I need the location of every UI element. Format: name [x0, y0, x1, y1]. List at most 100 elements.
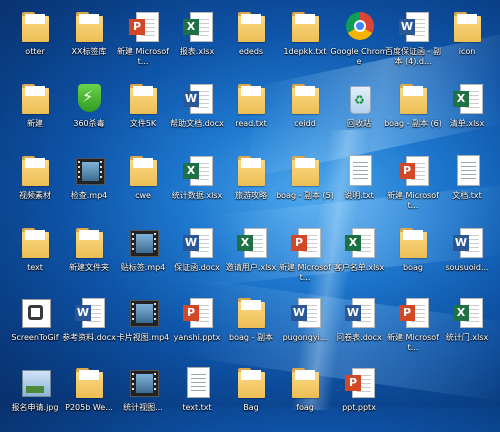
folder-icon — [73, 226, 105, 260]
desktop-icon-label: 新建 Microsoft... — [117, 47, 169, 66]
desktop-icon[interactable]: P 新建 Microsoft... — [386, 294, 440, 362]
desktop-icon[interactable]: 文档.txt — [440, 152, 494, 220]
desktop-icon[interactable]: W 百度保证函 - 副本 (4).d... — [385, 8, 441, 76]
folder-icon — [397, 82, 429, 116]
folder-icon — [73, 10, 105, 44]
desktop-icon[interactable]: Google Chrome — [330, 8, 388, 76]
desktop-icon[interactable]: 1depkk.txt — [278, 8, 332, 76]
desktop-icon[interactable]: 旅游攻略 — [224, 152, 278, 220]
desktop-icon[interactable]: X 报表.xlsx — [170, 8, 224, 76]
desktop-icon[interactable]: W 帮助文档.docx — [170, 80, 224, 148]
desktop-icon[interactable]: text — [8, 224, 62, 292]
excel-spreadsheet-icon: X — [343, 226, 375, 260]
desktop-icon-label: ppt.pptx — [342, 403, 376, 412]
desktop-icon[interactable]: 检查.mp4 — [62, 152, 116, 220]
desktop-icon[interactable]: W 保证函.docx — [170, 224, 224, 292]
desktop-icon[interactable]: ededs — [224, 8, 278, 76]
excel-spreadsheet-icon: X — [451, 296, 483, 330]
desktop-icon[interactable]: P 新建 Microsoft... — [116, 8, 170, 76]
desktop-icon-label: 统计门.xlsx — [445, 333, 489, 342]
desktop-icon-label: foag — [296, 403, 314, 412]
desktop-icon[interactable]: boag - 副本 (5) — [276, 152, 334, 220]
desktop-icon[interactable]: Bag — [224, 364, 278, 432]
excel-spreadsheet-icon: X — [451, 82, 483, 116]
desktop-icon-label: Google Chrome — [330, 47, 388, 66]
desktop-icon[interactable]: text.txt — [170, 364, 224, 432]
desktop-icon-label: text — [27, 263, 43, 272]
desktop-icon-label: 帮助文档.docx — [170, 119, 224, 128]
desktop-icon-label: 新建 Microsoft... — [279, 263, 331, 282]
desktop-icon[interactable]: X 统计数据.xlsx — [170, 152, 224, 220]
desktop-icon[interactable]: 卡片视图.mp4 — [116, 294, 170, 362]
desktop-icon-label: 旅游攻略 — [235, 191, 267, 200]
desktop-icon-label: 新建 — [27, 119, 43, 128]
desktop-icon-label: P205b We... — [65, 403, 113, 412]
desktop-icon[interactable]: Wsousuoid... — [440, 224, 494, 292]
folder-icon — [289, 10, 321, 44]
desktop-icon[interactable]: XX标签库 — [62, 8, 116, 76]
folder-icon — [235, 366, 267, 400]
desktop-icon-label: boag - 副本 (6) — [384, 119, 442, 128]
desktop-icon[interactable]: 360杀毒 — [62, 80, 116, 148]
desktop-icon-label: 客户名单.xlsx — [333, 263, 385, 272]
desktop-icon-label: 邀请用户.xlsx — [225, 263, 277, 272]
desktop-icon-label: 360杀毒 — [73, 119, 105, 128]
desktop-icon-label: boag — [403, 263, 423, 272]
screentogif-icon — [19, 296, 51, 330]
desktop-icon-label: 视频素材 — [19, 191, 51, 200]
desktop-icon[interactable]: 文件5K — [116, 80, 170, 148]
desktop-icon[interactable]: P 新建 Microsoft... — [278, 224, 332, 292]
folder-icon — [19, 154, 51, 188]
folder-icon — [235, 82, 267, 116]
desktop-icon[interactable]: Pppt.pptx — [332, 364, 386, 432]
desktop-icon[interactable]: icon — [440, 8, 494, 76]
video-file-icon — [127, 366, 159, 400]
desktop-icon[interactable]: 贴标签.mp4 — [116, 224, 170, 292]
desktop-icon[interactable]: P205b We... — [62, 364, 116, 432]
desktop-icon[interactable]: otter — [8, 8, 62, 76]
desktop-icon[interactable]: X 客户名单.xlsx — [332, 224, 386, 292]
desktop-icon[interactable]: X 清单.xlsx — [440, 80, 494, 148]
desktop-icon[interactable]: 统计视图... — [116, 364, 170, 432]
desktop-icon-label: icon — [458, 47, 476, 56]
desktop-icon[interactable]: P 新建 Microsoft... — [386, 152, 440, 220]
desktop-icon[interactable]: Pyanshi.pptx — [170, 294, 224, 362]
desktop-icon[interactable]: 新建文件夹 — [62, 224, 116, 292]
desktop-icon[interactable]: X 邀请用户.xlsx — [224, 224, 278, 292]
folder-icon — [289, 366, 321, 400]
desktop-icon-label: 文件5K — [129, 119, 157, 128]
desktop-icon-label: 新建文件夹 — [69, 263, 109, 272]
desktop-icon-label: pugongyi... — [282, 333, 328, 342]
desktop-icon-label: ededs — [238, 47, 264, 56]
desktop-icon[interactable]: boag - 副本 (6) — [384, 80, 442, 148]
desktop-icon[interactable]: ceidd — [278, 80, 332, 148]
word-document-icon: W — [289, 296, 321, 330]
folder-icon — [19, 10, 51, 44]
desktop-icon-label: 百度保证函 - 副本 (4).d... — [385, 47, 441, 66]
desktop-icon[interactable]: 视频素材 — [8, 152, 62, 220]
desktop-icon[interactable]: boag - 副本 — [224, 294, 278, 362]
desktop-icon[interactable]: 说明.txt — [332, 152, 386, 220]
folder-icon — [289, 154, 321, 188]
desktop-icon[interactable]: W 问卷表.docx — [332, 294, 386, 362]
desktop-icon[interactable]: 新建 — [8, 80, 62, 148]
desktop-icon[interactable]: cwe — [116, 152, 170, 220]
desktop-icon-label: 问卷表.docx — [336, 333, 382, 342]
desktop-icon[interactable]: read.txt — [224, 80, 278, 148]
desktop-icon[interactable]: Wpugongyi... — [278, 294, 332, 362]
desktop-icon[interactable]: W 参考资料.docx — [62, 294, 116, 362]
desktop-icon[interactable]: X 统计门.xlsx — [440, 294, 494, 362]
image-file-icon — [19, 366, 51, 400]
folder-icon — [451, 10, 483, 44]
desktop-icon-label: text.txt — [182, 403, 212, 412]
folder-icon — [19, 226, 51, 260]
desktop-icon-label: otter — [25, 47, 45, 56]
word-document-icon: W — [181, 82, 213, 116]
desktop-icon[interactable]: 回收站 — [332, 80, 386, 148]
desktop-icon[interactable]: 报名申请.jpg — [8, 364, 62, 432]
desktop-icon[interactable]: ScreenToGif — [8, 294, 62, 362]
desktop-icon[interactable]: boag — [386, 224, 440, 292]
word-document-icon: W — [73, 296, 105, 330]
powerpoint-icon: P — [127, 10, 159, 44]
desktop-icon[interactable]: foag — [278, 364, 332, 432]
